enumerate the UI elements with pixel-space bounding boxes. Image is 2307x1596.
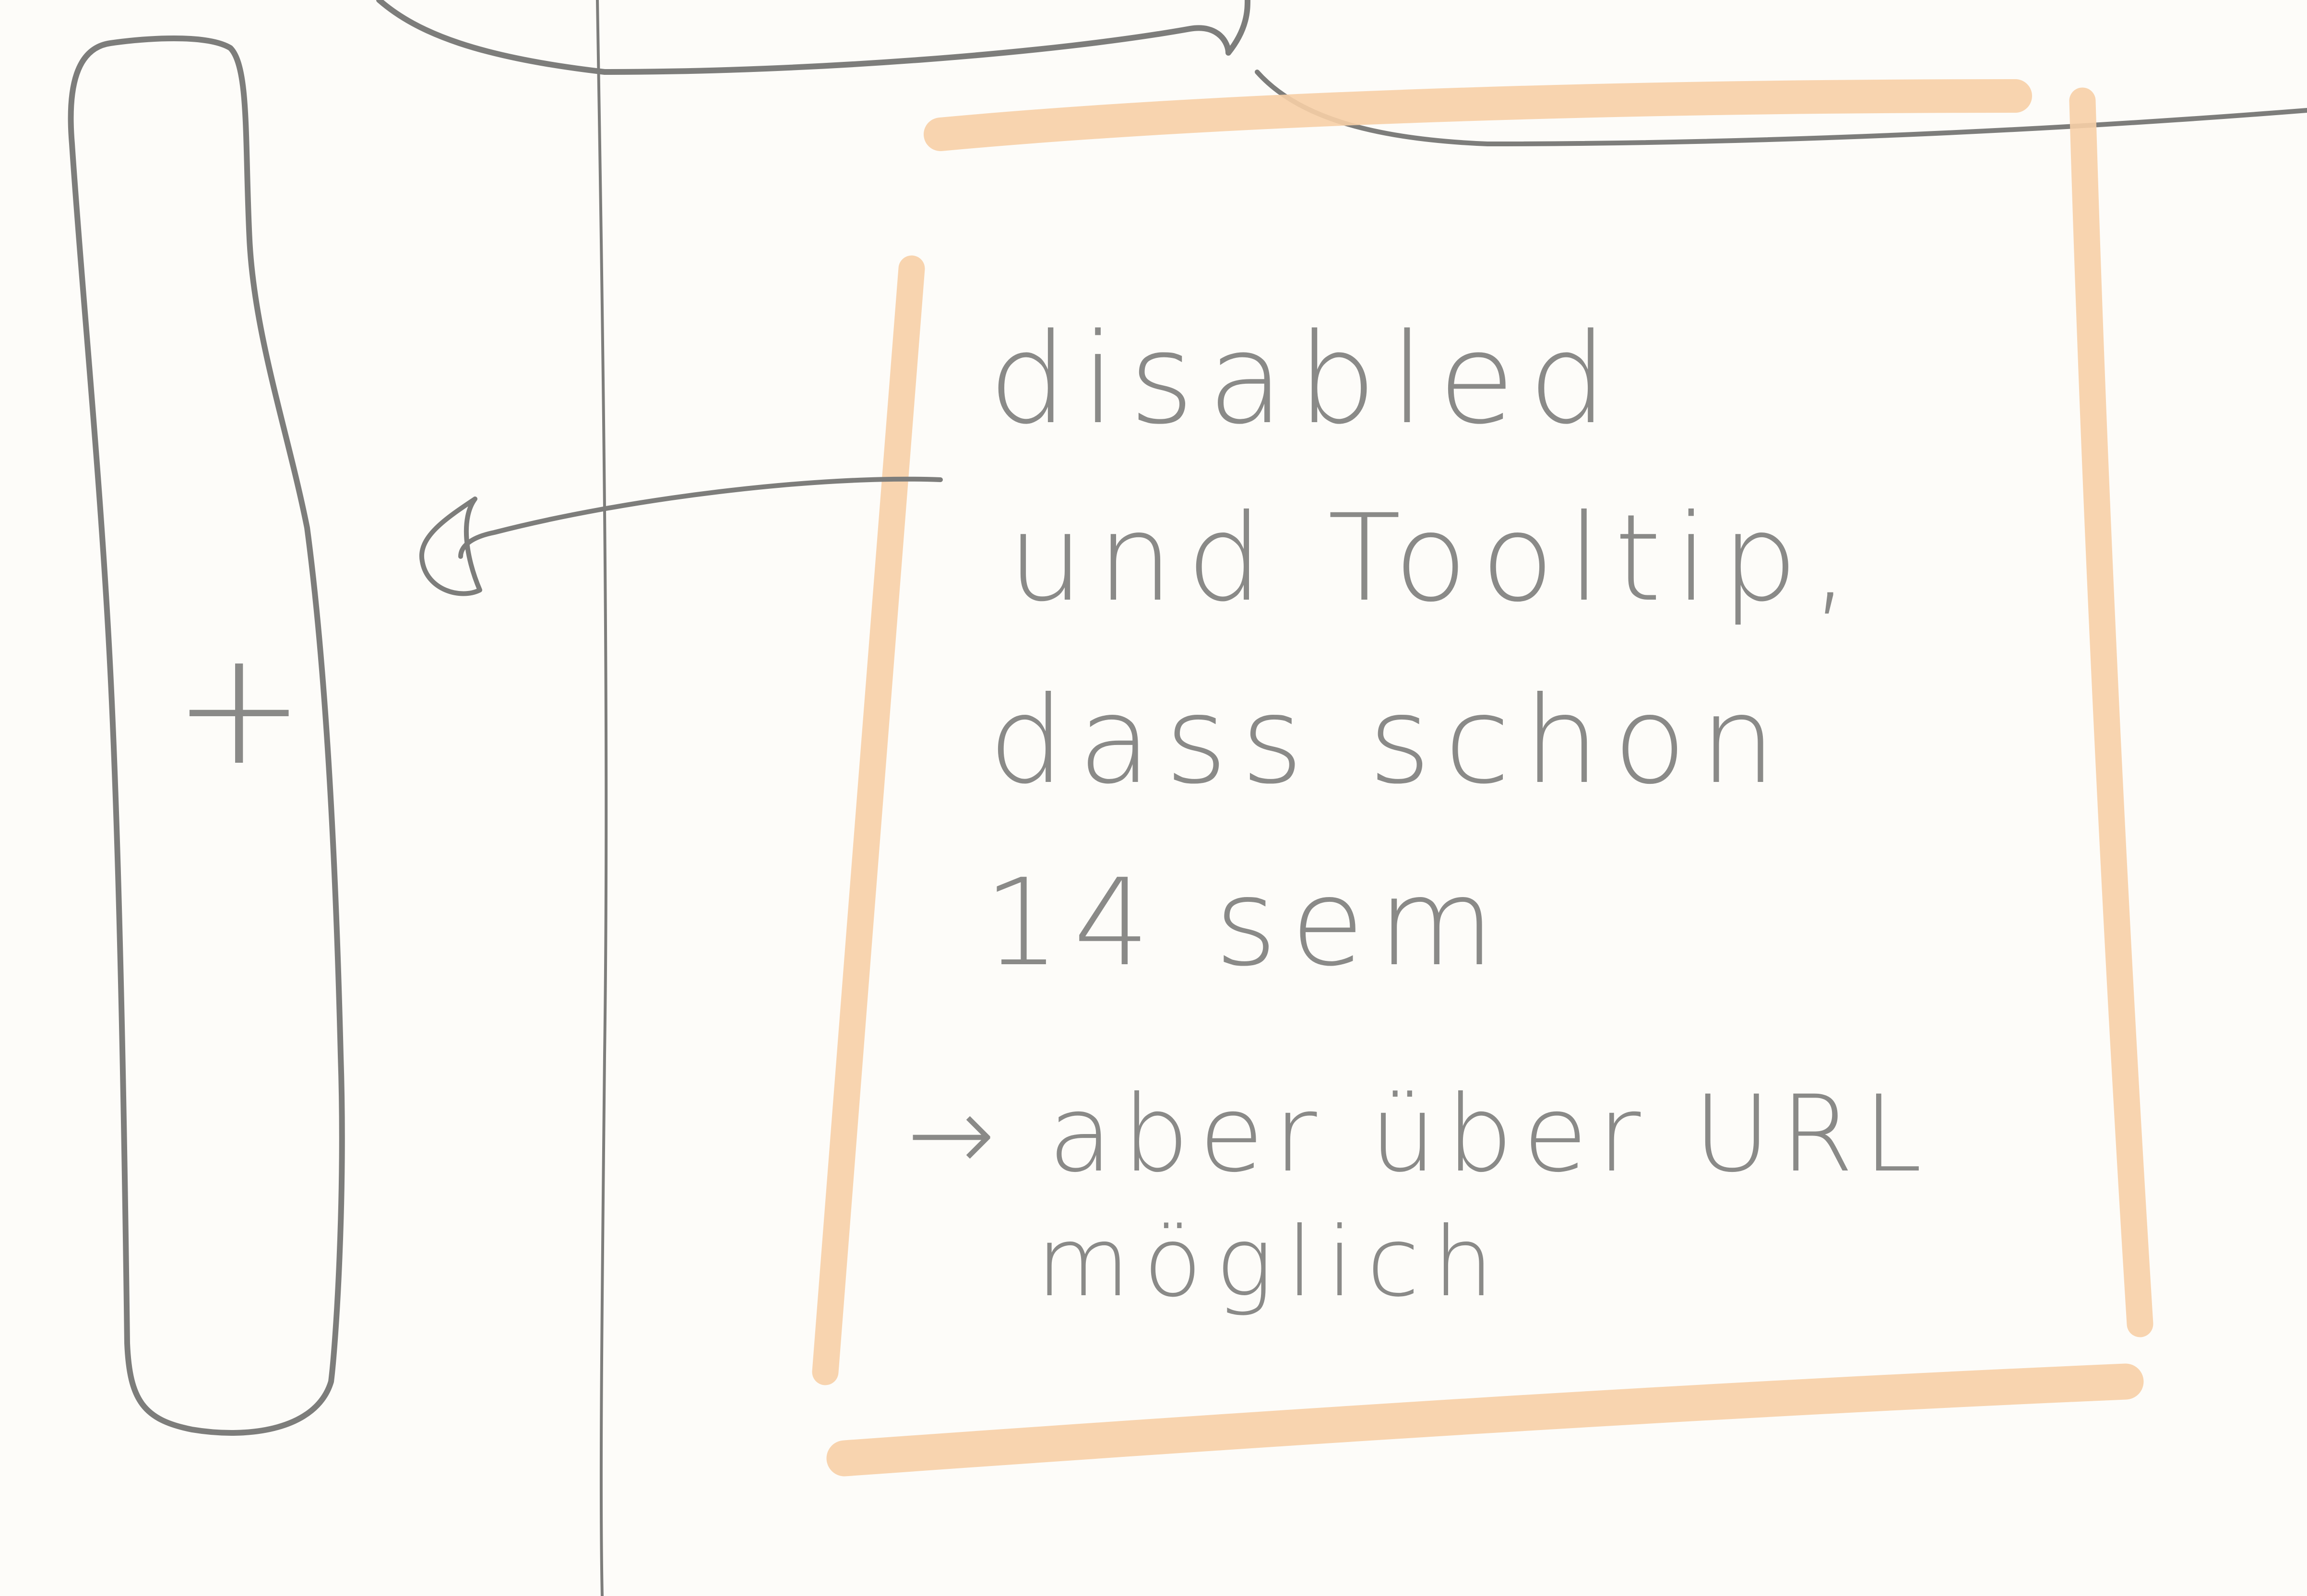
highlight-frame-left — [812, 255, 925, 1385]
vertical-divider — [596, 0, 608, 1596]
add-button[interactable]: + — [68, 35, 345, 1436]
sketch-canvas: + disabled und Tooltip, dass schon 14 se… — [0, 0, 2307, 1596]
note-line-6: möglich — [1036, 1206, 1507, 1318]
highlight-frame-right — [2069, 87, 2153, 1337]
sketch-drawing: + disabled und Tooltip, dass schon 14 se… — [68, 0, 2307, 1596]
note-line-1: disabled — [988, 307, 1621, 452]
pointer-arrow — [419, 476, 943, 596]
highlight-frame-bottom — [826, 1363, 2144, 1477]
top-panel-outline — [376, 0, 1250, 75]
note-line-5: → aber über URL — [907, 1073, 1932, 1195]
note-line-2: und Tooltip, — [1008, 488, 1863, 628]
note-line-4: 14 sem — [984, 853, 1508, 993]
highlight-frame-top — [924, 79, 2032, 151]
plus-icon: + — [173, 616, 306, 800]
note-line-3: dass schon — [988, 671, 1789, 810]
handwritten-note: disabled und Tooltip, dass schon 14 sem … — [907, 307, 1932, 1318]
